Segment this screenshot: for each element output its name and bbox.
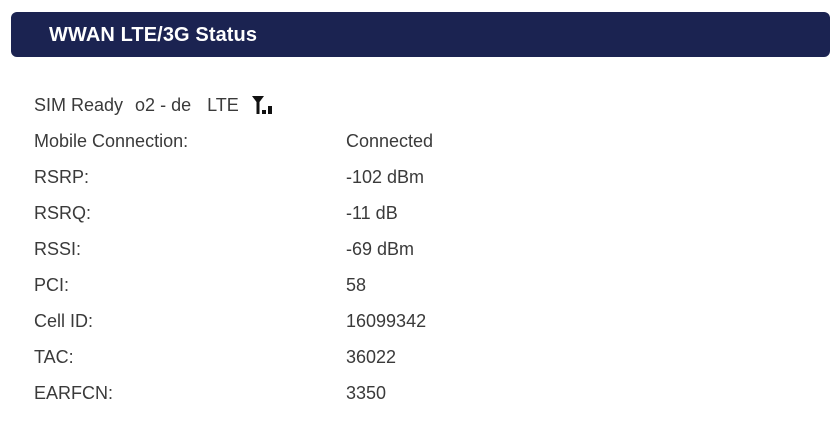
signal-bar: [267, 106, 272, 114]
row-label: Mobile Connection:: [34, 131, 189, 151]
row-label: RSRP:: [34, 167, 90, 187]
row-value: -102 dBm: [346, 167, 425, 187]
row-value: 58: [346, 275, 367, 295]
signal-bar: [261, 110, 266, 114]
row-label: Cell ID:: [34, 311, 94, 331]
row-label: EARFCN:: [34, 383, 114, 403]
row-value: 3350: [346, 383, 387, 403]
connection-status-line: SIM Ready o2 - de LTE: [34, 92, 279, 118]
operator-name: o2 - de: [135, 94, 192, 115]
panel-header: WWAN LTE/3G Status: [11, 12, 830, 57]
row-label: RSSI:: [34, 239, 82, 259]
row-value: Connected: [346, 131, 434, 151]
row-label: RSRQ:: [34, 203, 92, 223]
row-value: -69 dBm: [346, 239, 415, 259]
panel-title: WWAN LTE/3G Status: [49, 24, 258, 46]
row-value: 16099342: [346, 311, 427, 331]
sim-status: SIM Ready: [34, 94, 124, 115]
row-value: -11 dB: [346, 203, 398, 223]
row-label: PCI:: [34, 275, 70, 295]
row-label: TAC:: [34, 347, 74, 367]
signal-strength-icon: [251, 96, 272, 114]
row-value: 36022: [346, 347, 397, 367]
network-technology: LTE: [207, 94, 239, 115]
